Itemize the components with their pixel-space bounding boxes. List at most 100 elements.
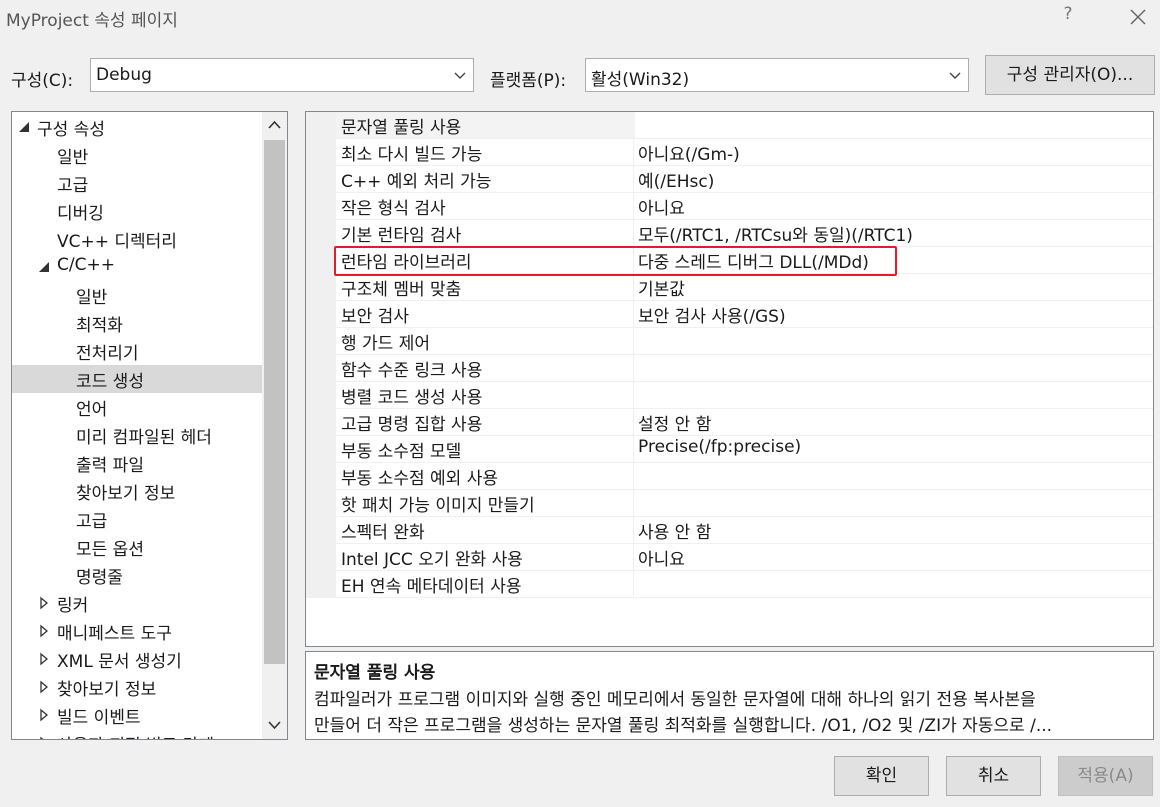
tree-item-label: XML 문서 생성기 — [57, 652, 182, 672]
tree-item-label: VC++ 디렉터리 — [57, 232, 177, 252]
close-button[interactable] — [1124, 4, 1152, 30]
tree-item-vc-directories[interactable]: VC++ 디렉터리 — [12, 225, 262, 253]
property-value-cell[interactable] — [634, 112, 1153, 138]
apply-button-label: 적용(A) — [1077, 766, 1134, 786]
property-row[interactable]: EH 연속 메타데이터 사용 — [336, 571, 1153, 598]
property-row[interactable]: 문자열 풀링 사용 — [336, 112, 1153, 139]
tree-item-manifest-tool[interactable]: 매니페스트 도구 — [12, 617, 262, 645]
tree-item-cpp[interactable]: C/C++ — [12, 253, 262, 281]
cancel-button-label: 취소 — [977, 766, 1010, 786]
property-name: 런타임 라이브러리 — [341, 253, 472, 273]
category-tree[interactable]: 구성 속성 일반 고급 디버깅 VC++ 디렉터리 C/C++ 일반 최적화 전… — [11, 111, 288, 740]
config-manager-button[interactable]: 구성 관리자(O)... — [985, 55, 1155, 95]
tree-item-label: 출력 파일 — [76, 456, 144, 476]
property-row[interactable]: C++ 예외 처리 가능 예(/EHsc) — [336, 166, 1153, 193]
tree-item-label: 고급 — [57, 176, 89, 196]
tree-item-config-properties[interactable]: 구성 속성 — [12, 113, 262, 141]
property-row[interactable]: 행 가드 제어 — [336, 328, 1153, 355]
tree-item-preprocessor[interactable]: 전처리기 — [12, 337, 262, 365]
collapsed-arrow-icon — [40, 708, 49, 722]
tree-item-all-options[interactable]: 모든 옵션 — [12, 533, 262, 561]
property-row-runtime-library[interactable]: 런타임 라이브러리 다중 스레드 디버그 DLL(/MDd) — [336, 247, 1153, 274]
property-row[interactable]: 보안 검사 보안 검사 사용(/GS) — [336, 301, 1153, 328]
property-row[interactable]: 병렬 코드 생성 사용 — [336, 382, 1153, 409]
property-row[interactable]: Intel JCC 오기 완화 사용 아니요 — [336, 544, 1153, 571]
help-button[interactable]: ? — [1058, 4, 1078, 30]
property-row[interactable]: 구조체 멤버 맞춤 기본값 — [336, 274, 1153, 301]
tree-item-browse-info[interactable]: 찾아보기 정보 — [12, 477, 262, 505]
property-row[interactable]: 함수 수준 링크 사용 — [336, 355, 1153, 382]
tree-item-advanced[interactable]: 고급 — [12, 169, 262, 197]
apply-button[interactable]: 적용(A) — [1058, 756, 1153, 796]
tree-item-label: 구성 속성 — [37, 120, 105, 140]
tree-scrollbar[interactable] — [262, 112, 287, 739]
property-name: 스펙터 완화 — [341, 523, 425, 543]
property-name: 고급 명령 집합 사용 — [341, 415, 483, 435]
tree-item-label: 코드 생성 — [76, 372, 144, 392]
scrollbar-thumb[interactable] — [264, 140, 285, 664]
tree-item-linker[interactable]: 링커 — [12, 589, 262, 617]
tree-item-label: 사용자 지정 빌드 단계 — [57, 731, 214, 739]
property-name: 함수 수준 링크 사용 — [341, 361, 483, 381]
tree-item-label: 빌드 이벤트 — [57, 708, 141, 728]
property-row[interactable]: 핫 패치 가능 이미지 만들기 — [336, 490, 1153, 517]
tree-item-label: 최적화 — [76, 316, 123, 336]
tree-item-xml-doc-generator[interactable]: XML 문서 생성기 — [12, 645, 262, 673]
expanded-arrow-icon — [39, 262, 49, 272]
tree-item-browse-information[interactable]: 찾아보기 정보 — [12, 673, 262, 701]
tree-item-label: 전처리기 — [76, 344, 139, 364]
tree-item-label: 일반 — [76, 288, 108, 308]
tree-item-label: 찾아보기 정보 — [57, 680, 157, 700]
property-name: 보안 검사 — [341, 307, 409, 327]
property-name: 문자열 풀링 사용 — [341, 118, 462, 138]
tree-item-optimization[interactable]: 최적화 — [12, 309, 262, 337]
title-bar: MyProject 속성 페이지 ? — [0, 0, 1160, 36]
scroll-down-button[interactable] — [262, 712, 287, 738]
collapsed-arrow-icon — [40, 680, 49, 694]
tree-item-label: 매니페스트 도구 — [57, 624, 172, 644]
chevron-down-icon — [268, 721, 281, 730]
cancel-button[interactable]: 취소 — [946, 756, 1041, 796]
property-row[interactable]: 기본 런타임 검사 모두(/RTC1, /RTCsu와 동일)(/RTC1) — [336, 220, 1153, 247]
tree-item-command-line[interactable]: 명령줄 — [12, 561, 262, 589]
tree-item-precompiled-headers[interactable]: 미리 컴파일된 헤더 — [12, 421, 262, 449]
property-row[interactable]: 고급 명령 집합 사용 설정 안 함 — [336, 409, 1153, 436]
property-value: 설정 안 함 — [638, 415, 712, 435]
collapsed-arrow-icon — [40, 596, 49, 610]
tree-item-custom-build-step[interactable]: 사용자 지정 빌드 단계 — [12, 729, 262, 739]
ok-button[interactable]: 확인 — [834, 756, 929, 796]
property-row[interactable]: 작은 형식 검사 아니요 — [336, 193, 1153, 220]
tree-item-language[interactable]: 언어 — [12, 393, 262, 421]
tree-item-debugging[interactable]: 디버깅 — [12, 197, 262, 225]
tree-item-label: 링커 — [57, 596, 89, 616]
collapsed-arrow-icon — [40, 736, 44, 739]
property-value: 다중 스레드 디버그 DLL(/MDd) — [638, 253, 869, 273]
tree-item-code-generation[interactable]: 코드 생성 — [12, 365, 262, 393]
tree-item-general[interactable]: 일반 — [12, 141, 262, 169]
property-row[interactable]: 부동 소수점 예외 사용 — [336, 463, 1153, 490]
tree-item-label: 미리 컴파일된 헤더 — [76, 428, 212, 448]
tree-item-build-events[interactable]: 빌드 이벤트 — [12, 701, 262, 729]
property-name: 병렬 코드 생성 사용 — [341, 388, 483, 408]
property-name: 부동 소수점 예외 사용 — [341, 469, 498, 489]
tree-item-label: 고급 — [76, 512, 108, 532]
platform-dropdown[interactable]: 활성(Win32) — [585, 58, 969, 92]
window-title: MyProject 속성 페이지 — [6, 11, 178, 31]
config-dropdown[interactable]: Debug — [90, 58, 474, 92]
description-panel: 문자열 풀링 사용 컴파일러가 프로그램 이미지와 실행 중인 메모리에서 동일… — [305, 651, 1154, 740]
property-value: 아니요(/Gm-) — [638, 145, 740, 165]
property-row[interactable]: 부동 소수점 모델 Precise(/fp:precise) — [336, 436, 1153, 463]
tree-item-cpp-advanced[interactable]: 고급 — [12, 505, 262, 533]
tree-item-output-files[interactable]: 출력 파일 — [12, 449, 262, 477]
ok-button-label: 확인 — [865, 766, 898, 786]
tree-item-cpp-general[interactable]: 일반 — [12, 281, 262, 309]
scroll-up-button[interactable] — [262, 112, 287, 138]
property-row[interactable]: 최소 다시 빌드 가능 아니요(/Gm-) — [336, 139, 1153, 166]
property-name: C++ 예외 처리 가능 — [341, 172, 492, 192]
config-manager-label: 구성 관리자(O)... — [1006, 65, 1134, 85]
property-value: 기본값 — [638, 280, 685, 300]
property-row[interactable]: 스펙터 완화 사용 안 함 — [336, 517, 1153, 544]
config-value: Debug — [96, 65, 152, 85]
tree-item-label: 찾아보기 정보 — [76, 484, 176, 504]
property-grid[interactable]: 문자열 풀링 사용 최소 다시 빌드 가능 아니요(/Gm-) C++ 예외 처… — [305, 111, 1154, 647]
